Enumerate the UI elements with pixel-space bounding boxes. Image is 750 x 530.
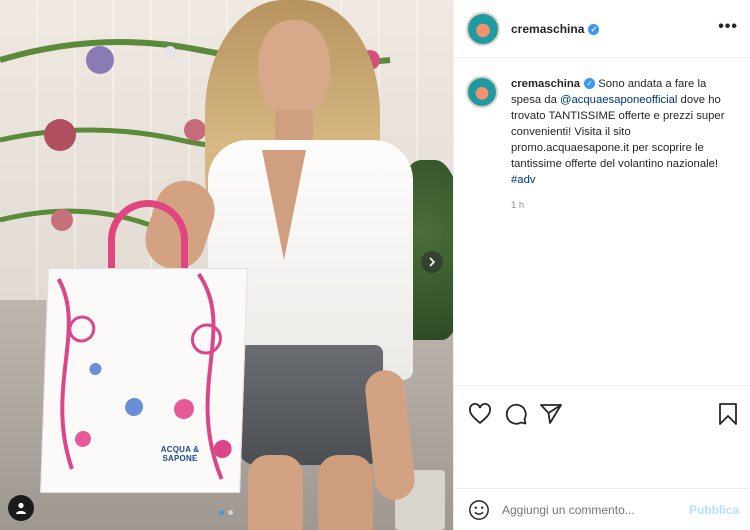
carousel-dot-active: [219, 510, 224, 515]
post-photo[interactable]: ACQUA & SAPONE: [0, 0, 453, 530]
model-shirt-neckline: [262, 150, 306, 260]
comment-input[interactable]: [502, 502, 682, 517]
avatar[interactable]: [466, 11, 500, 46]
publish-button[interactable]: Pubblica: [689, 503, 739, 517]
post-header: cremaschina ✓ •••: [454, 0, 750, 58]
post-caption: cremaschina ✓ Sono andata a fare la spesa…: [466, 76, 741, 214]
model-face: [258, 20, 330, 120]
caption-mention-link[interactable]: @acquaesaponeofficial: [560, 94, 677, 106]
bookmark-icon[interactable]: [716, 402, 740, 426]
comment-icon[interactable]: [504, 402, 528, 426]
heart-icon[interactable]: [468, 402, 492, 426]
model-denim-shorts: [238, 345, 383, 465]
model-leg-right: [318, 455, 373, 530]
paper-plane-icon[interactable]: [539, 402, 563, 426]
model-leg-left: [248, 455, 303, 530]
carousel-indicator: [219, 510, 233, 515]
header-username[interactable]: cremaschina ✓: [511, 22, 600, 36]
more-options-button[interactable]: •••: [718, 18, 738, 36]
user-tags-button[interactable]: [8, 495, 34, 521]
more-options-icon: •••: [718, 18, 738, 35]
caption-avatar[interactable]: [466, 76, 498, 108]
next-photo-button[interactable]: [421, 251, 443, 273]
header-username-text[interactable]: cremaschina: [511, 22, 584, 36]
user-tag-icon: [16, 502, 26, 514]
caption-username[interactable]: cremaschina: [511, 78, 580, 90]
shopping-bag: [40, 268, 248, 493]
emoji-icon[interactable]: [468, 499, 490, 521]
comment-bar: Pubblica: [454, 488, 750, 530]
post-actions: [454, 385, 750, 440]
caption-hashtag-link[interactable]: #adv: [511, 174, 536, 186]
caption-text: cremaschina ✓ Sono andata a fare la spesa…: [511, 76, 739, 214]
verified-badge-icon: ✓: [588, 23, 600, 35]
instagram-post: ACQUA & SAPONE cremaschina ✓ ••• cremasc…: [0, 0, 750, 530]
bag-brand-label: ACQUA & SAPONE: [160, 445, 200, 463]
verified-badge-icon: ✓: [584, 78, 596, 89]
post-timestamp[interactable]: 1 h: [511, 198, 739, 214]
carousel-dot: [228, 510, 233, 515]
bag-floral-pattern: [56, 272, 232, 480]
post-side-panel: cremaschina ✓ ••• cremaschina ✓ Sono andat…: [453, 0, 750, 530]
chevron-right-icon: [429, 257, 436, 267]
